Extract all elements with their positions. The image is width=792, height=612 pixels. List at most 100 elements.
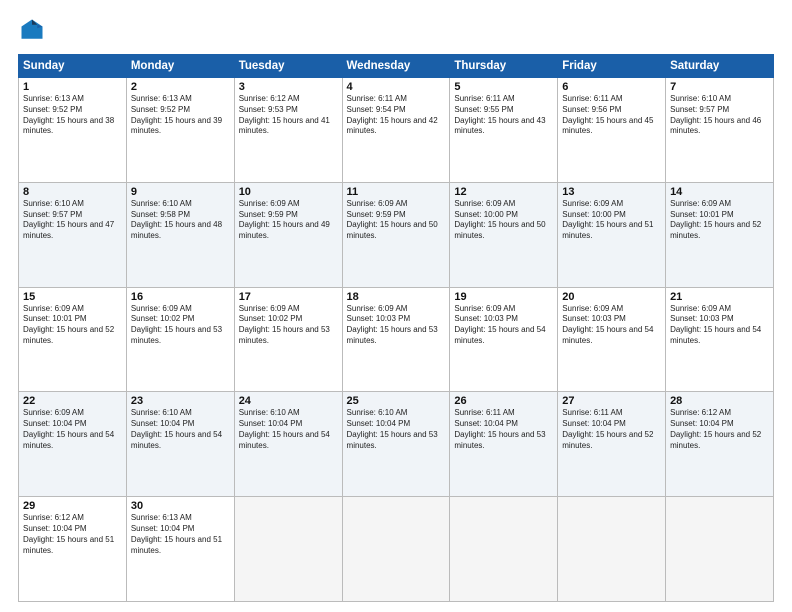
day-number: 22 bbox=[23, 395, 122, 407]
logo bbox=[18, 16, 50, 44]
weekday-header-row: SundayMondayTuesdayWednesdayThursdayFrid… bbox=[19, 55, 774, 78]
week-row-5: 29Sunrise: 6:12 AMSunset: 10:04 PMDaylig… bbox=[19, 497, 774, 602]
day-number: 4 bbox=[347, 81, 446, 93]
weekday-header-saturday: Saturday bbox=[666, 55, 774, 78]
calendar: SundayMondayTuesdayWednesdayThursdayFrid… bbox=[18, 54, 774, 602]
calendar-cell: 4Sunrise: 6:11 AMSunset: 9:54 PMDaylight… bbox=[342, 78, 450, 183]
calendar-cell: 5Sunrise: 6:11 AMSunset: 9:55 PMDaylight… bbox=[450, 78, 558, 183]
calendar-cell bbox=[342, 497, 450, 602]
calendar-cell: 3Sunrise: 6:12 AMSunset: 9:53 PMDaylight… bbox=[234, 78, 342, 183]
day-info: Sunrise: 6:11 AMSunset: 10:04 PMDaylight… bbox=[562, 408, 661, 451]
logo-icon bbox=[18, 16, 46, 44]
calendar-cell: 12Sunrise: 6:09 AMSunset: 10:00 PMDaylig… bbox=[450, 182, 558, 287]
day-number: 24 bbox=[239, 395, 338, 407]
day-number: 20 bbox=[562, 291, 661, 303]
calendar-cell: 13Sunrise: 6:09 AMSunset: 10:00 PMDaylig… bbox=[558, 182, 666, 287]
calendar-cell: 14Sunrise: 6:09 AMSunset: 10:01 PMDaylig… bbox=[666, 182, 774, 287]
day-info: Sunrise: 6:10 AMSunset: 9:57 PMDaylight:… bbox=[670, 94, 769, 137]
day-number: 10 bbox=[239, 186, 338, 198]
day-info: Sunrise: 6:09 AMSunset: 10:04 PMDaylight… bbox=[23, 408, 122, 451]
day-info: Sunrise: 6:09 AMSunset: 10:01 PMDaylight… bbox=[23, 304, 122, 347]
day-number: 25 bbox=[347, 395, 446, 407]
day-number: 2 bbox=[131, 81, 230, 93]
day-info: Sunrise: 6:10 AMSunset: 9:57 PMDaylight:… bbox=[23, 199, 122, 242]
day-number: 16 bbox=[131, 291, 230, 303]
calendar-cell: 2Sunrise: 6:13 AMSunset: 9:52 PMDaylight… bbox=[126, 78, 234, 183]
calendar-cell bbox=[234, 497, 342, 602]
day-number: 6 bbox=[562, 81, 661, 93]
day-info: Sunrise: 6:13 AMSunset: 9:52 PMDaylight:… bbox=[23, 94, 122, 137]
day-info: Sunrise: 6:09 AMSunset: 10:00 PMDaylight… bbox=[562, 199, 661, 242]
day-info: Sunrise: 6:12 AMSunset: 10:04 PMDaylight… bbox=[23, 513, 122, 556]
calendar-cell: 24Sunrise: 6:10 AMSunset: 10:04 PMDaylig… bbox=[234, 392, 342, 497]
calendar-cell: 19Sunrise: 6:09 AMSunset: 10:03 PMDaylig… bbox=[450, 287, 558, 392]
day-info: Sunrise: 6:13 AMSunset: 10:04 PMDaylight… bbox=[131, 513, 230, 556]
day-number: 21 bbox=[670, 291, 769, 303]
day-number: 29 bbox=[23, 500, 122, 512]
week-row-2: 8Sunrise: 6:10 AMSunset: 9:57 PMDaylight… bbox=[19, 182, 774, 287]
calendar-cell: 28Sunrise: 6:12 AMSunset: 10:04 PMDaylig… bbox=[666, 392, 774, 497]
day-info: Sunrise: 6:11 AMSunset: 9:55 PMDaylight:… bbox=[454, 94, 553, 137]
calendar-cell: 8Sunrise: 6:10 AMSunset: 9:57 PMDaylight… bbox=[19, 182, 127, 287]
day-number: 11 bbox=[347, 186, 446, 198]
day-info: Sunrise: 6:10 AMSunset: 10:04 PMDaylight… bbox=[239, 408, 338, 451]
calendar-cell: 21Sunrise: 6:09 AMSunset: 10:03 PMDaylig… bbox=[666, 287, 774, 392]
calendar-cell: 26Sunrise: 6:11 AMSunset: 10:04 PMDaylig… bbox=[450, 392, 558, 497]
day-info: Sunrise: 6:09 AMSunset: 10:03 PMDaylight… bbox=[454, 304, 553, 347]
day-info: Sunrise: 6:09 AMSunset: 10:02 PMDaylight… bbox=[239, 304, 338, 347]
weekday-header-thursday: Thursday bbox=[450, 55, 558, 78]
calendar-cell: 18Sunrise: 6:09 AMSunset: 10:03 PMDaylig… bbox=[342, 287, 450, 392]
calendar-cell: 20Sunrise: 6:09 AMSunset: 10:03 PMDaylig… bbox=[558, 287, 666, 392]
weekday-header-monday: Monday bbox=[126, 55, 234, 78]
day-info: Sunrise: 6:11 AMSunset: 9:54 PMDaylight:… bbox=[347, 94, 446, 137]
week-row-4: 22Sunrise: 6:09 AMSunset: 10:04 PMDaylig… bbox=[19, 392, 774, 497]
day-number: 9 bbox=[131, 186, 230, 198]
calendar-cell: 7Sunrise: 6:10 AMSunset: 9:57 PMDaylight… bbox=[666, 78, 774, 183]
calendar-cell: 30Sunrise: 6:13 AMSunset: 10:04 PMDaylig… bbox=[126, 497, 234, 602]
day-info: Sunrise: 6:12 AMSunset: 10:04 PMDaylight… bbox=[670, 408, 769, 451]
calendar-cell: 22Sunrise: 6:09 AMSunset: 10:04 PMDaylig… bbox=[19, 392, 127, 497]
weekday-header-sunday: Sunday bbox=[19, 55, 127, 78]
weekday-header-friday: Friday bbox=[558, 55, 666, 78]
day-number: 28 bbox=[670, 395, 769, 407]
day-info: Sunrise: 6:11 AMSunset: 10:04 PMDaylight… bbox=[454, 408, 553, 451]
calendar-cell bbox=[450, 497, 558, 602]
day-number: 8 bbox=[23, 186, 122, 198]
day-number: 15 bbox=[23, 291, 122, 303]
day-number: 17 bbox=[239, 291, 338, 303]
calendar-cell: 17Sunrise: 6:09 AMSunset: 10:02 PMDaylig… bbox=[234, 287, 342, 392]
day-info: Sunrise: 6:11 AMSunset: 9:56 PMDaylight:… bbox=[562, 94, 661, 137]
day-info: Sunrise: 6:10 AMSunset: 10:04 PMDaylight… bbox=[347, 408, 446, 451]
day-number: 1 bbox=[23, 81, 122, 93]
weekday-header-tuesday: Tuesday bbox=[234, 55, 342, 78]
calendar-cell: 6Sunrise: 6:11 AMSunset: 9:56 PMDaylight… bbox=[558, 78, 666, 183]
day-number: 30 bbox=[131, 500, 230, 512]
day-number: 23 bbox=[131, 395, 230, 407]
day-info: Sunrise: 6:09 AMSunset: 10:03 PMDaylight… bbox=[670, 304, 769, 347]
day-number: 3 bbox=[239, 81, 338, 93]
calendar-cell: 16Sunrise: 6:09 AMSunset: 10:02 PMDaylig… bbox=[126, 287, 234, 392]
weekday-header-wednesday: Wednesday bbox=[342, 55, 450, 78]
day-info: Sunrise: 6:09 AMSunset: 10:03 PMDaylight… bbox=[562, 304, 661, 347]
week-row-3: 15Sunrise: 6:09 AMSunset: 10:01 PMDaylig… bbox=[19, 287, 774, 392]
calendar-cell: 1Sunrise: 6:13 AMSunset: 9:52 PMDaylight… bbox=[19, 78, 127, 183]
calendar-cell: 25Sunrise: 6:10 AMSunset: 10:04 PMDaylig… bbox=[342, 392, 450, 497]
calendar-cell: 29Sunrise: 6:12 AMSunset: 10:04 PMDaylig… bbox=[19, 497, 127, 602]
calendar-cell: 15Sunrise: 6:09 AMSunset: 10:01 PMDaylig… bbox=[19, 287, 127, 392]
calendar-cell: 10Sunrise: 6:09 AMSunset: 9:59 PMDayligh… bbox=[234, 182, 342, 287]
day-info: Sunrise: 6:09 AMSunset: 10:01 PMDaylight… bbox=[670, 199, 769, 242]
day-info: Sunrise: 6:10 AMSunset: 10:04 PMDaylight… bbox=[131, 408, 230, 451]
day-number: 7 bbox=[670, 81, 769, 93]
week-row-1: 1Sunrise: 6:13 AMSunset: 9:52 PMDaylight… bbox=[19, 78, 774, 183]
day-info: Sunrise: 6:13 AMSunset: 9:52 PMDaylight:… bbox=[131, 94, 230, 137]
calendar-cell bbox=[558, 497, 666, 602]
calendar-cell bbox=[666, 497, 774, 602]
day-number: 27 bbox=[562, 395, 661, 407]
day-info: Sunrise: 6:12 AMSunset: 9:53 PMDaylight:… bbox=[239, 94, 338, 137]
header bbox=[18, 16, 774, 44]
calendar-cell: 23Sunrise: 6:10 AMSunset: 10:04 PMDaylig… bbox=[126, 392, 234, 497]
page: SundayMondayTuesdayWednesdayThursdayFrid… bbox=[0, 0, 792, 612]
day-number: 26 bbox=[454, 395, 553, 407]
day-info: Sunrise: 6:10 AMSunset: 9:58 PMDaylight:… bbox=[131, 199, 230, 242]
calendar-cell: 9Sunrise: 6:10 AMSunset: 9:58 PMDaylight… bbox=[126, 182, 234, 287]
